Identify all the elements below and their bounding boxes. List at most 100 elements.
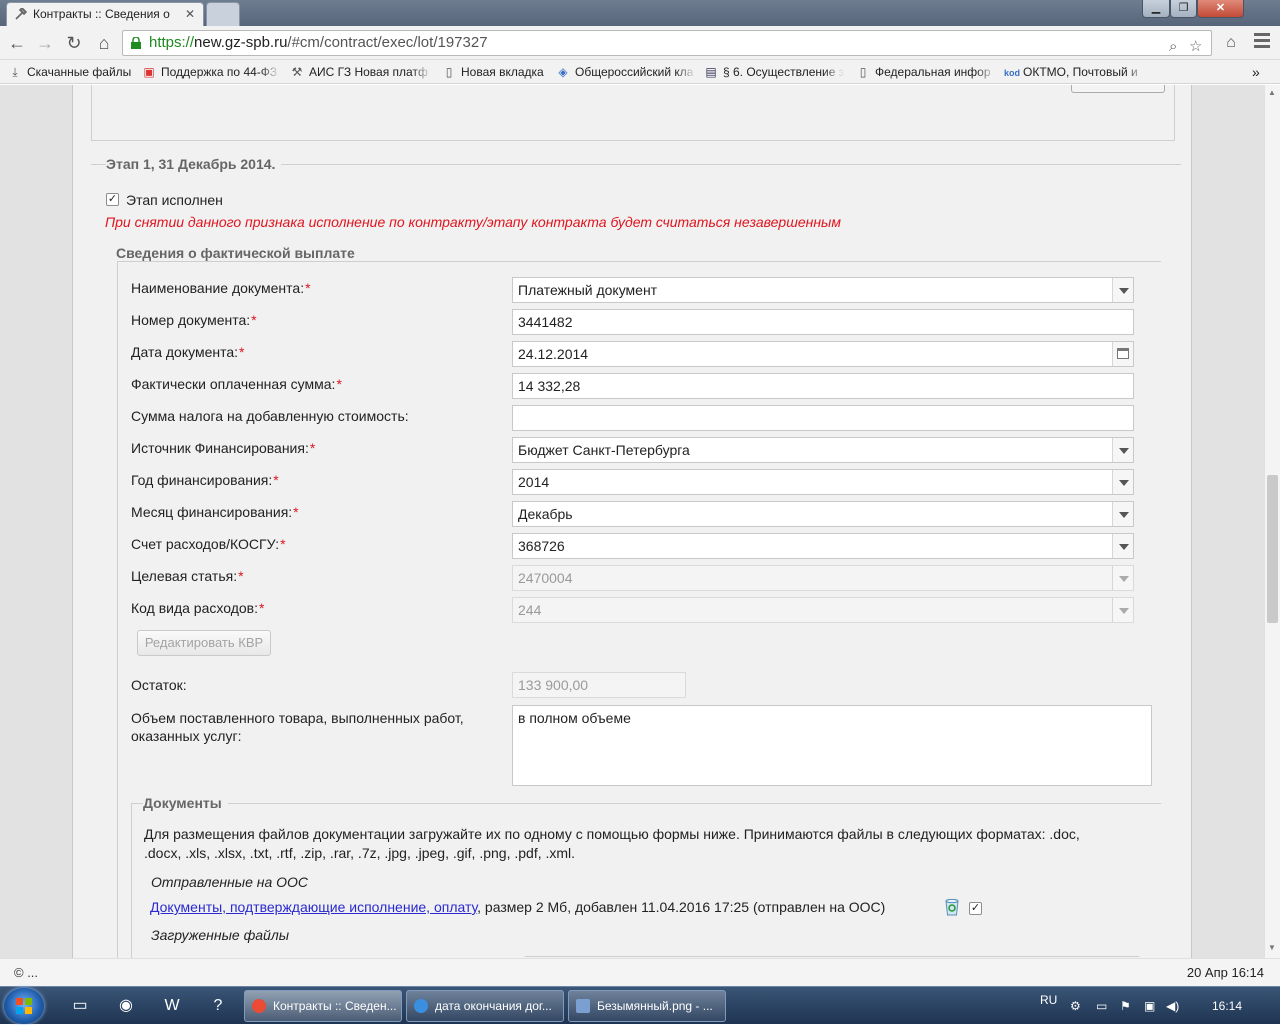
- window-close-button[interactable]: ✕: [1197, 0, 1244, 18]
- field-input[interactable]: 3441482: [512, 309, 1134, 335]
- language-indicator[interactable]: RU: [1040, 981, 1057, 1019]
- dropdown-arrow-icon[interactable]: [1112, 502, 1133, 526]
- field-date[interactable]: 24.12.2014: [512, 341, 1134, 367]
- sent-document-row: Документы, подтверждающие исполнение, оп…: [150, 899, 885, 915]
- required-asterisk: *: [280, 536, 286, 552]
- field-input[interactable]: [512, 405, 1134, 431]
- field-label: Номер документа:*: [131, 312, 257, 328]
- home-icon[interactable]: ⌂: [93, 32, 115, 54]
- page-viewport: Этап 1, 31 Декабрь 2014. ✓ Этап исполнен…: [0, 85, 1264, 958]
- address-bar[interactable]: https://new.gz-spb.ru/#cm/contract/exec/…: [122, 30, 1212, 56]
- forward-arrow-icon[interactable]: →: [34, 32, 56, 54]
- browser-tab-active[interactable]: Контракты :: Сведения о ✕: [6, 2, 204, 26]
- tray-flag-icon[interactable]: ⚑: [1120, 987, 1131, 1025]
- previous-section-button[interactable]: [1071, 85, 1165, 93]
- page-scrollbar[interactable]: ▲ ▼: [1264, 85, 1280, 958]
- calendar-icon[interactable]: [1112, 342, 1133, 366]
- documents-info-text: Для размещения файлов документации загру…: [144, 826, 1080, 861]
- bookmark-item[interactable]: kod ОКТМО, Почтовый и: [1004, 63, 1146, 81]
- taskbar-task-paint[interactable]: Безымянный.png - ...: [568, 990, 726, 1022]
- tab-close-icon[interactable]: ✕: [185, 3, 195, 25]
- field-select[interactable]: 2014: [512, 469, 1134, 495]
- taskbar-task-ie[interactable]: дата окончания дог...: [406, 990, 564, 1022]
- documents-legend: Документы: [143, 795, 228, 811]
- lock-icon: [131, 37, 141, 49]
- field-label: Наименование документа:*: [131, 280, 311, 296]
- window-minimize-button[interactable]: ▁: [1142, 0, 1170, 18]
- field-label: Месяц финансирования:*: [131, 504, 299, 520]
- document-sent-checkbox[interactable]: ✓: [969, 902, 982, 915]
- tray-network-icon[interactable]: ⚙: [1070, 987, 1081, 1025]
- tab-title: Контракты :: Сведения о: [33, 7, 170, 21]
- remainder-field: 133 900,00: [512, 672, 686, 698]
- required-asterisk: *: [293, 504, 299, 520]
- explorer-pin-icon[interactable]: ▭: [60, 991, 100, 1021]
- payment-border-top: [117, 261, 1161, 262]
- document-link[interactable]: Документы, подтверждающие исполнение, оп…: [150, 899, 477, 915]
- payment-legend: Сведения о фактической выплате: [116, 245, 361, 261]
- status-datetime: 20 Апр 16:14: [1186, 965, 1264, 980]
- app-pin-icon[interactable]: ◉: [106, 991, 146, 1021]
- dropdown-arrow-icon[interactable]: [1112, 438, 1133, 462]
- taskbar-task-chrome[interactable]: Контракты :: Сведен...: [244, 990, 402, 1022]
- bookmark-item[interactable]: ▯ Федеральная инфор: [856, 63, 996, 81]
- back-arrow-icon[interactable]: ←: [6, 32, 28, 54]
- url-host: new.gz-spb.ru: [194, 34, 288, 51]
- bookmark-item[interactable]: ▤ § 6. Осуществление з: [704, 63, 844, 81]
- bookmark-item[interactable]: ◈ Общероссийский кла: [556, 63, 696, 81]
- zoom-icon[interactable]: ⌕: [1169, 35, 1177, 59]
- remainder-label: Остаток:: [131, 677, 187, 693]
- reload-icon[interactable]: ↻: [63, 32, 85, 54]
- field-input[interactable]: 14 332,28: [512, 373, 1134, 399]
- book-icon: ▤: [705, 65, 717, 79]
- bookmark-item[interactable]: ⤓ Скачанные файлы: [8, 63, 134, 81]
- stage-warning-text: При снятии данного признака исполнение п…: [105, 214, 841, 230]
- bookmarks-overflow-icon[interactable]: »: [1252, 63, 1272, 81]
- bookmark-item[interactable]: ▯ Новая вкладка: [442, 63, 550, 81]
- scroll-up-arrow-icon[interactable]: ▲: [1268, 88, 1276, 97]
- field-label: Сумма налога на добавленную стоимость:: [131, 408, 409, 424]
- field-label: Дата документа:*: [131, 344, 245, 360]
- field-label: Код вида расходов:*: [131, 600, 265, 616]
- hammer-favicon-icon: [15, 8, 27, 20]
- help-pin-icon[interactable]: ?: [198, 991, 238, 1021]
- new-tab-button[interactable]: [206, 2, 240, 26]
- scroll-down-arrow-icon[interactable]: ▼: [1268, 943, 1276, 952]
- field-select[interactable]: Декабрь: [512, 501, 1134, 527]
- status-copyright: © ...: [14, 965, 39, 980]
- page-icon: ▯: [445, 65, 453, 79]
- recycle-bin-icon[interactable]: [944, 898, 960, 916]
- bookmark-item[interactable]: ▣ Поддержка по 44-ФЗ: [142, 63, 280, 81]
- documents-border-left: [131, 803, 132, 958]
- tray-app-icon[interactable]: ▭: [1096, 987, 1107, 1025]
- field-select[interactable]: Платежный документ: [512, 277, 1134, 303]
- document-details: , размер 2 Мб, добавлен 11.04.2016 17:25…: [477, 899, 886, 915]
- tray-display-icon[interactable]: ▣: [1144, 987, 1155, 1025]
- edit-kvr-button[interactable]: Редактировать КВР: [137, 630, 271, 656]
- scroll-thumb[interactable]: [1267, 475, 1278, 623]
- url-scheme: https://: [149, 34, 195, 51]
- field-select[interactable]: 368726: [512, 533, 1134, 559]
- extension-home-icon[interactable]: ⌂: [1220, 32, 1242, 54]
- bookmark-star-icon[interactable]: ☆: [1189, 35, 1202, 59]
- volume-textarea[interactable]: в полном объеме: [512, 705, 1152, 786]
- browser-menu-icon[interactable]: [1252, 30, 1272, 51]
- documents-border-top: [131, 803, 1161, 804]
- url-path: /#cm/contract/exec/lot/197327: [287, 34, 488, 51]
- start-button[interactable]: [4, 988, 44, 1024]
- dropdown-arrow-icon[interactable]: [1112, 278, 1133, 302]
- support-icon: ▣: [143, 65, 155, 79]
- bookmark-item[interactable]: ⚒ АИС ГЗ Новая платф: [290, 63, 432, 81]
- dropdown-arrow-icon[interactable]: [1112, 470, 1133, 494]
- required-asterisk: *: [251, 312, 257, 328]
- tray-clock[interactable]: 16:14: [1212, 987, 1242, 1025]
- window-maximize-button[interactable]: ❐: [1170, 0, 1197, 18]
- dropdown-arrow-icon[interactable]: [1112, 534, 1133, 558]
- word-pin-icon[interactable]: W: [152, 991, 192, 1021]
- field-select[interactable]: Бюджет Санкт-Петербурга: [512, 437, 1134, 463]
- stage-completed-checkbox[interactable]: ✓: [106, 193, 119, 206]
- tray-volume-icon[interactable]: ◀): [1166, 987, 1179, 1025]
- field-select: 2470004: [512, 565, 1134, 591]
- windows-taskbar: ▭ ◉ W ? Контракты :: Сведен... дата окон…: [0, 986, 1280, 1024]
- chrome-icon: [252, 999, 266, 1013]
